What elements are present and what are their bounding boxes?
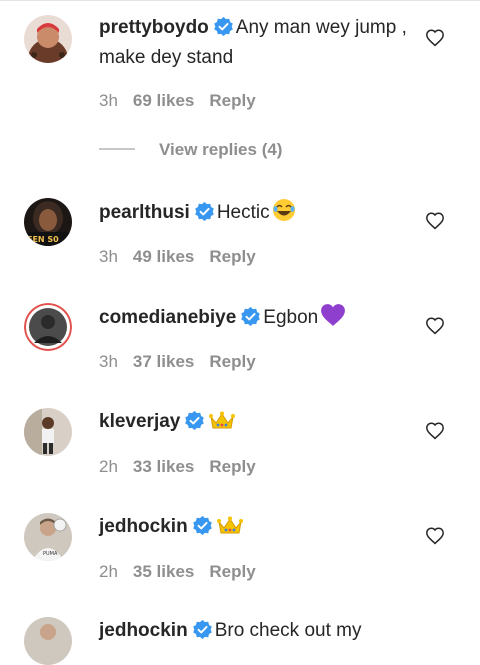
joy-emoji-icon xyxy=(272,198,296,230)
username[interactable]: jedhockin xyxy=(99,620,188,641)
verified-badge-icon xyxy=(195,202,214,229)
like-heart-icon[interactable] xyxy=(425,28,445,52)
avatar[interactable]: EEN S0 xyxy=(24,198,72,246)
username[interactable]: kleverjay xyxy=(99,411,180,432)
avatar[interactable] xyxy=(24,303,72,351)
timestamp: 3h xyxy=(99,247,118,266)
comment-meta: 3h 37 likes Reply xyxy=(99,352,256,372)
timestamp: 2h xyxy=(99,562,118,581)
timestamp: 2h xyxy=(99,457,118,476)
username[interactable]: comedianebiye xyxy=(99,307,236,328)
verified-badge-icon xyxy=(192,516,212,543)
comment-meta: 3h 69 likes Reply xyxy=(99,91,256,111)
avatar[interactable]: PUMA xyxy=(24,513,72,561)
comment-meta: 2h 35 likes Reply xyxy=(99,562,256,582)
avatar-text: EEN S0 xyxy=(27,235,59,244)
likes-count[interactable]: 69 likes xyxy=(133,91,194,110)
svg-text:PUMA: PUMA xyxy=(43,551,58,557)
comment-text: Egbon xyxy=(263,307,319,328)
avatar[interactable] xyxy=(24,15,72,63)
reply-button[interactable]: Reply xyxy=(209,457,255,476)
view-replies-link[interactable]: View replies (4) xyxy=(99,140,282,160)
comment-meta: 3h 49 likes Reply xyxy=(99,247,256,267)
likes-count[interactable]: 35 likes xyxy=(133,562,194,581)
verified-badge-icon xyxy=(192,620,212,647)
avatar[interactable] xyxy=(24,617,72,665)
comment-text: Bro check out my xyxy=(214,620,362,641)
timestamp: 3h xyxy=(99,352,118,371)
username[interactable]: pearlthusi xyxy=(99,202,190,223)
comment-body: kleverjay xyxy=(99,408,419,439)
replies-divider xyxy=(99,148,135,150)
avatar[interactable] xyxy=(24,408,72,456)
likes-count[interactable]: 33 likes xyxy=(133,457,194,476)
comment-meta: 2h 33 likes Reply xyxy=(99,457,256,477)
comment-body: prettyboydo Any man wey jump , make dey s… xyxy=(99,14,419,71)
comment-text: Hectic xyxy=(216,202,270,223)
view-replies-label: View replies (4) xyxy=(159,140,283,159)
purple-heart-emoji-icon xyxy=(320,303,346,335)
reply-button[interactable]: Reply xyxy=(209,91,255,110)
crown-emoji-icon xyxy=(209,411,236,439)
comment-body: comedianebiye Egbon xyxy=(99,303,419,335)
comment-body: jedhockin xyxy=(99,513,419,544)
timestamp: 3h xyxy=(99,91,118,110)
reply-button[interactable]: Reply xyxy=(209,352,255,371)
like-heart-icon[interactable] xyxy=(425,316,445,340)
username[interactable]: prettyboydo xyxy=(99,17,209,38)
comment-body: jedhockin Bro check out my xyxy=(99,617,419,647)
likes-count[interactable]: 37 likes xyxy=(133,352,194,371)
like-heart-icon[interactable] xyxy=(425,526,445,550)
likes-count[interactable]: 49 likes xyxy=(133,247,194,266)
reply-button[interactable]: Reply xyxy=(209,247,255,266)
top-divider xyxy=(0,0,480,1)
like-heart-icon[interactable] xyxy=(425,211,445,235)
comment-body: pearlthusi Hectic xyxy=(99,198,419,230)
username[interactable]: jedhockin xyxy=(99,516,188,537)
verified-badge-icon xyxy=(213,17,233,44)
verified-badge-icon xyxy=(185,411,205,438)
crown-emoji-icon xyxy=(216,516,243,544)
verified-badge-icon xyxy=(241,307,261,334)
reply-button[interactable]: Reply xyxy=(209,562,255,581)
like-heart-icon[interactable] xyxy=(425,421,445,445)
